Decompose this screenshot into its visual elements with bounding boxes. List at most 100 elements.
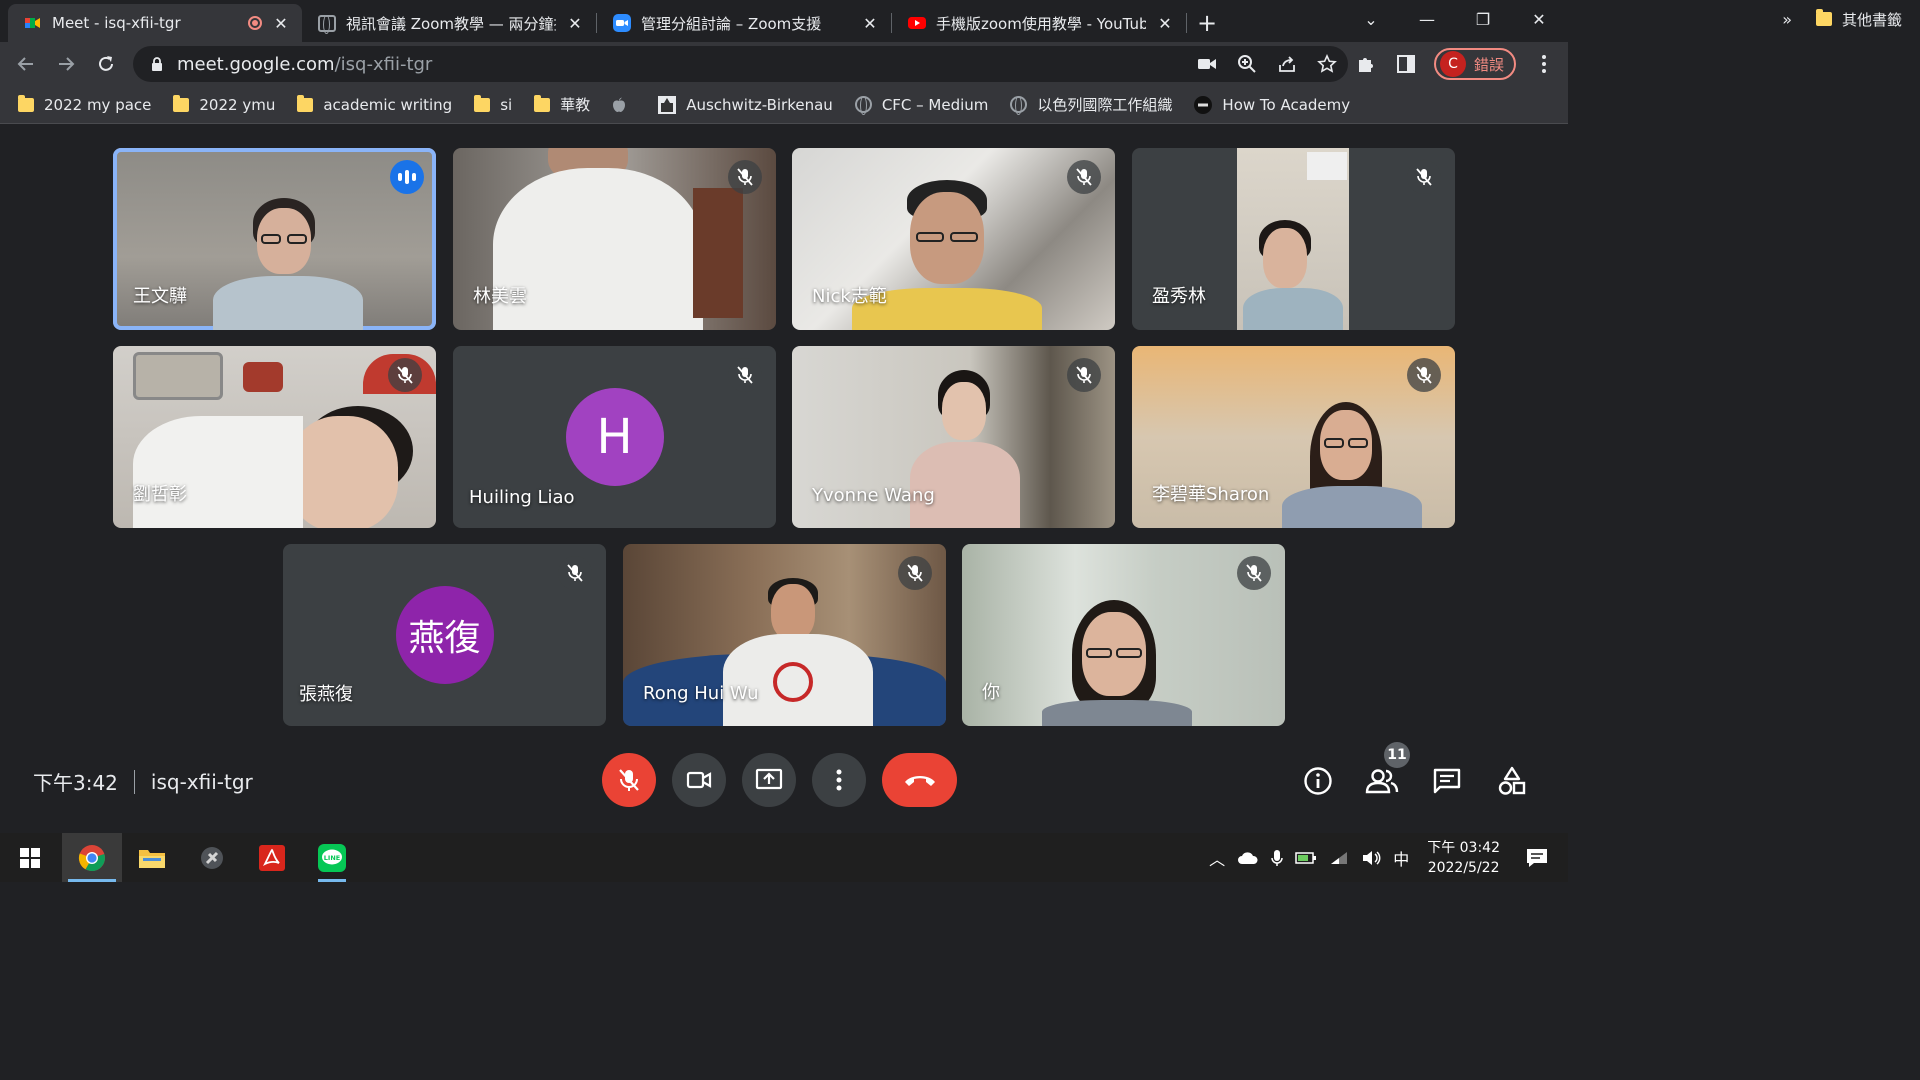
meeting-details-button[interactable] [1294, 757, 1342, 805]
apple-icon [613, 97, 626, 112]
muted-mic-icon [558, 556, 592, 590]
reload-button[interactable] [86, 44, 126, 84]
folder-icon [474, 94, 491, 112]
minimize-button[interactable]: — [1399, 0, 1455, 38]
volume-icon[interactable] [1361, 850, 1381, 866]
close-tab-icon[interactable]: ✕ [566, 14, 584, 33]
bookmark-label: 華教 [560, 96, 591, 114]
bookmarks-overflow-button[interactable]: » [1782, 0, 1792, 38]
bookmark-2022-ymu[interactable]: 2022 ymu [173, 94, 275, 114]
tab-search-icon[interactable]: ⌄ [1343, 0, 1399, 38]
new-tab-button[interactable]: + [1187, 4, 1227, 42]
forward-button[interactable] [46, 44, 86, 84]
close-tab-icon[interactable]: ✕ [1156, 14, 1174, 33]
participant-tile[interactable]: 劉哲彰 [113, 346, 436, 528]
tab-zoom-tutorial[interactable]: 視訊會議 Zoom教學 — 兩分鐘搞 ✕ [302, 4, 596, 42]
chat-button[interactable] [1423, 757, 1471, 805]
profile-button[interactable]: C 錯誤 [1433, 48, 1516, 80]
folder-icon [18, 94, 34, 112]
muted-mic-icon [728, 358, 762, 392]
back-button[interactable] [6, 44, 46, 84]
url-host: meet.google.com [177, 53, 335, 75]
tab-zoom-support[interactable]: 管理分組討論 – Zoom支援 ✕ [597, 4, 891, 42]
profile-avatar: C [1439, 51, 1466, 77]
people-icon [1365, 769, 1399, 794]
participant-count-badge: 11 [1384, 742, 1410, 768]
input-method-indicator[interactable]: 中 [1393, 846, 1409, 870]
bookmark-apple[interactable] [612, 97, 636, 113]
meeting-time: 下午3:42 [33, 771, 118, 795]
battery-charging-icon[interactable] [1295, 851, 1317, 865]
participant-tile[interactable]: Yvonne Wang [792, 346, 1115, 528]
bookmark-star-icon[interactable] [1316, 53, 1338, 75]
notification-center-icon[interactable] [1526, 848, 1548, 868]
tab-youtube[interactable]: 手機版zoom使用教學 - YouTube ✕ [892, 4, 1186, 42]
taskbar-line[interactable]: LINE [302, 833, 362, 882]
participant-tile[interactable]: 王文驊 [113, 148, 436, 330]
bookmark-auschwitz[interactable]: Auschwitz-Birkenau [658, 95, 833, 114]
participant-tile[interactable]: H Huiling Liao [453, 346, 776, 528]
bookmark-si[interactable]: si [474, 94, 512, 114]
leave-call-button[interactable] [882, 753, 957, 807]
start-button[interactable] [0, 833, 60, 882]
bookmark-2022-my-pace[interactable]: 2022 my pace [18, 94, 151, 114]
omnibox-actions [1196, 46, 1338, 82]
restore-button[interactable]: ❐ [1455, 0, 1511, 38]
taskbar-acrobat[interactable] [242, 833, 302, 882]
participant-tile[interactable]: 燕復 張燕復 [283, 544, 606, 726]
taskbar-time: 下午 03:42 [1427, 839, 1500, 856]
camera-toggle-button[interactable] [672, 753, 726, 807]
address-bar[interactable]: meet.google.com/isq-xfii-tgr [133, 46, 1348, 82]
line-app-icon: LINE [318, 843, 346, 872]
present-screen-button[interactable] [742, 753, 796, 807]
chrome-menu-button[interactable] [1524, 44, 1564, 84]
participant-name: Huiling Liao [469, 487, 575, 508]
auschwitz-icon [658, 95, 677, 114]
back-arrow-icon [17, 57, 33, 71]
folder-icon [297, 94, 314, 112]
share-icon[interactable] [1276, 53, 1298, 75]
microphone-toggle-button[interactable] [602, 753, 656, 807]
puzzle-icon [1358, 58, 1373, 72]
taskbar-app-rocket[interactable] [182, 833, 242, 882]
participant-name: 林美雲 [473, 286, 527, 307]
bookmark-israel-org[interactable]: 以色列國際工作組織 [1010, 94, 1172, 115]
folder-explorer-icon [139, 849, 165, 868]
close-tab-icon[interactable]: ✕ [861, 14, 879, 33]
participant-tile[interactable]: 林美雲 [453, 148, 776, 330]
how-to-academy-icon [1194, 95, 1213, 114]
onedrive-cloud-icon[interactable] [1237, 851, 1259, 865]
camera-in-use-icon[interactable] [1196, 53, 1218, 75]
bookmark-cfc-medium[interactable]: CFC – Medium [854, 96, 988, 115]
meeting-info: 下午3:42 isq-xfii-tgr [33, 767, 253, 796]
windows-taskbar: LINE ︿ 中 下午 03:42 2022/5/22 [0, 833, 1568, 882]
participant-tile[interactable]: 盈秀林 [1132, 148, 1455, 330]
microphone-tray-icon[interactable] [1271, 849, 1283, 867]
extensions-button[interactable] [1346, 44, 1386, 84]
globe-icon [1010, 96, 1028, 115]
side-panel-button[interactable] [1386, 44, 1426, 84]
zoom-icon[interactable] [1236, 53, 1258, 75]
bookmark-how-to-academy[interactable]: How To Academy [1194, 95, 1350, 114]
close-tab-icon[interactable]: ✕ [272, 14, 290, 33]
participant-tile[interactable]: 李碧華Sharon [1132, 346, 1455, 528]
show-hidden-icons-icon[interactable]: ︿ [1209, 846, 1225, 870]
bookmarks-bar: 2022 my pace 2022 ymu academic writing s… [0, 86, 1568, 124]
activities-button[interactable] [1488, 757, 1536, 805]
toolbar-right: C 錯誤 [1346, 42, 1568, 86]
divider [133, 769, 135, 794]
taskbar-file-explorer[interactable] [122, 833, 182, 882]
tab-meet[interactable]: Meet - isq-xfii-tgr ✕ [8, 4, 302, 42]
close-window-button[interactable]: ✕ [1511, 0, 1567, 38]
more-options-button[interactable] [812, 753, 866, 807]
wifi-icon[interactable] [1329, 850, 1349, 866]
taskbar-chrome[interactable] [62, 833, 122, 882]
other-bookmarks-folder[interactable]: 其他書籤 [1815, 0, 1902, 38]
taskbar-clock[interactable]: 下午 03:42 2022/5/22 [1427, 838, 1500, 878]
folder-icon [534, 94, 551, 112]
participant-tile[interactable]: Nick志範 [792, 148, 1115, 330]
bookmark-huajiao[interactable]: 華教 [534, 94, 590, 115]
participant-tile[interactable]: Rong Hui Wu [623, 544, 946, 726]
participant-tile[interactable]: 你 [962, 544, 1285, 726]
bookmark-academic-writing[interactable]: academic writing [297, 94, 452, 114]
